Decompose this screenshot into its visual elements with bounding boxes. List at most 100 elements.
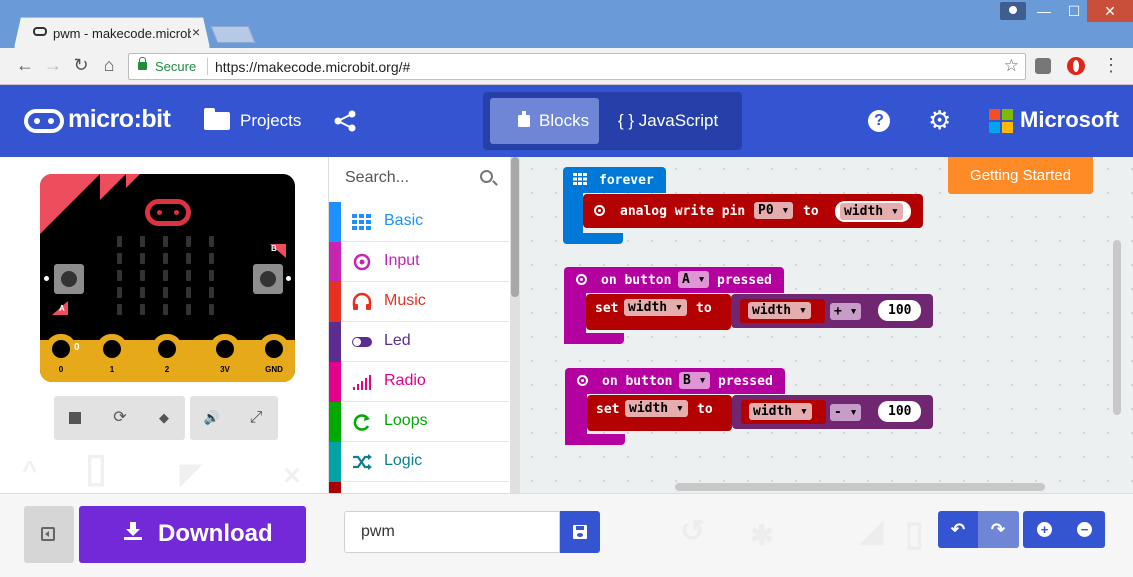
project-name-input[interactable]	[344, 511, 560, 553]
collapse-simulator-button[interactable]	[24, 506, 74, 563]
decorative-chevron-icon: ^	[22, 455, 38, 485]
category-loops[interactable]: Loops	[329, 402, 509, 442]
debug-icon[interactable]: ◆	[154, 408, 174, 428]
redo-button[interactable]: ↷	[978, 511, 1019, 548]
new-tab-button[interactable]	[210, 26, 256, 43]
on-button-a-block[interactable]: on button A ▾ pressed	[564, 267, 784, 293]
pin-0[interactable]	[46, 334, 76, 382]
category-basic[interactable]: Basic	[329, 202, 509, 242]
variable-dropdown[interactable]: width ▾	[624, 299, 687, 316]
download-button[interactable]: Download	[79, 506, 306, 563]
undo-icon[interactable]: ↶	[948, 520, 968, 540]
restart-icon[interactable]: ⟳	[110, 408, 130, 428]
number-input[interactable]: 100	[878, 401, 922, 422]
category-music[interactable]: Music	[329, 282, 509, 322]
category-radio[interactable]: Radio	[329, 362, 509, 402]
address-bar[interactable]: Secure https://makecode.microbit.org/# ☆	[128, 53, 1026, 80]
maximize-button[interactable]: ☐	[1059, 0, 1089, 22]
led	[163, 304, 168, 315]
pin-dropdown[interactable]: P0 ▾	[754, 202, 794, 219]
category-logic[interactable]: Logic	[329, 442, 509, 482]
bookmark-star-icon[interactable]: ☆	[1004, 56, 1019, 76]
category-next[interactable]	[329, 482, 509, 493]
simulator-controls-secondary: 🔊 ⤢	[190, 396, 278, 440]
workspace-horizontal-scrollbar[interactable]	[675, 483, 1045, 491]
javascript-toggle-button[interactable]: { } JavaScript	[618, 111, 718, 131]
button-b[interactable]	[253, 264, 283, 294]
operator-dropdown[interactable]: - ▾	[830, 404, 862, 421]
zoom-in-icon[interactable]: +	[1037, 522, 1052, 537]
pin-label: 1	[109, 365, 115, 374]
led	[186, 287, 191, 298]
math-subtract-block[interactable]: width ▾ - ▾ 100	[732, 395, 933, 429]
opera-extension-icon[interactable]	[1067, 57, 1085, 75]
math-add-block[interactable]: width ▾ + ▾ 100	[731, 294, 933, 328]
on-button-b-block[interactable]: on button B ▾ pressed	[565, 368, 785, 394]
variable-dropdown[interactable]: width ▾	[749, 403, 812, 420]
button-dropdown[interactable]: B ▾	[679, 372, 711, 389]
extension-icon[interactable]	[1035, 58, 1051, 74]
pin-1[interactable]	[97, 334, 127, 382]
microbit-logo-icon[interactable]	[24, 109, 64, 133]
user-profile-icon[interactable]	[1000, 2, 1026, 20]
search-icon[interactable]	[480, 170, 493, 183]
variable-dropdown[interactable]: width ▾	[625, 400, 688, 417]
brand-logo-text[interactable]: micro:bit	[68, 105, 171, 134]
toolbox-scrollbar[interactable]	[510, 157, 520, 493]
microsoft-logo-icon[interactable]	[989, 109, 1013, 133]
toolbox-search[interactable]: Search...	[329, 157, 509, 201]
analog-write-block[interactable]: analog write pin P0 ▾ to width ▾	[583, 194, 923, 228]
tab-close-icon[interactable]: ×	[192, 24, 200, 40]
getting-started-button[interactable]: Getting Started	[948, 157, 1093, 194]
close-window-button[interactable]: ✕	[1087, 0, 1133, 22]
set-variable-block[interactable]: set width ▾ to	[586, 294, 731, 330]
url-text[interactable]: https://makecode.microbit.org/#	[215, 59, 410, 75]
stop-icon[interactable]	[65, 408, 85, 428]
save-icon	[573, 525, 587, 539]
led	[163, 253, 168, 264]
reload-icon[interactable]: ↻	[70, 55, 92, 76]
folder-icon[interactable]	[204, 108, 230, 130]
editor-toolbar: ▯ ↺ ✱ ◢ ▯ Download ↶ ↷ + −	[0, 493, 1133, 577]
save-button[interactable]	[560, 511, 600, 553]
pin-2[interactable]	[152, 334, 182, 382]
forever-block[interactable]: forever	[563, 167, 666, 193]
variable-dropdown[interactable]: width ▾	[840, 203, 903, 220]
category-led[interactable]: Led	[329, 322, 509, 362]
pressed-label: pressed	[717, 273, 772, 288]
blocks-toggle-button[interactable]: Blocks	[490, 98, 599, 144]
mute-icon[interactable]: 🔊	[202, 408, 222, 428]
blocks-workspace[interactable]: Getting Started forever analog write pin…	[520, 157, 1133, 493]
decorative-shape-icon: ◤	[180, 458, 202, 489]
number-input[interactable]: 100	[878, 300, 922, 321]
microbit-favicon-icon	[33, 27, 47, 36]
gear-icon[interactable]: ⚙	[928, 106, 951, 134]
browser-tab[interactable]: pwm - makecode.microbit ×	[14, 17, 210, 48]
pin-gnd[interactable]	[259, 334, 289, 382]
home-icon[interactable]: ⌂	[98, 55, 120, 76]
help-icon[interactable]: ?	[868, 110, 890, 132]
category-input[interactable]: Input	[329, 242, 509, 282]
zoom-out-icon[interactable]: −	[1077, 522, 1092, 537]
search-input[interactable]: Search...	[345, 169, 409, 187]
share-icon[interactable]	[333, 110, 357, 132]
minimize-button[interactable]: —	[1029, 0, 1059, 22]
set-variable-block[interactable]: set width ▾ to	[587, 395, 732, 431]
toolbox-scrollbar-thumb[interactable]	[511, 157, 519, 297]
to-label: to	[803, 204, 819, 219]
board-dot	[44, 276, 49, 281]
forward-arrow-icon[interactable]: →	[42, 55, 64, 76]
button-a[interactable]	[54, 264, 84, 294]
projects-button[interactable]: Projects	[240, 111, 301, 131]
variable-dropdown[interactable]: width ▾	[748, 302, 811, 319]
microsoft-label[interactable]: Microsoft	[1020, 107, 1119, 133]
back-arrow-icon[interactable]: ←	[14, 55, 36, 76]
browser-menu-icon[interactable]: ⋮	[1102, 55, 1120, 76]
button-dropdown[interactable]: A ▾	[678, 271, 710, 288]
workspace-vertical-scrollbar[interactable]	[1113, 240, 1121, 415]
puzzle-icon	[518, 111, 530, 127]
pin-3v[interactable]	[210, 334, 240, 382]
fullscreen-icon[interactable]: ⤢	[246, 408, 266, 428]
operator-dropdown[interactable]: + ▾	[830, 303, 862, 320]
led	[209, 304, 214, 315]
